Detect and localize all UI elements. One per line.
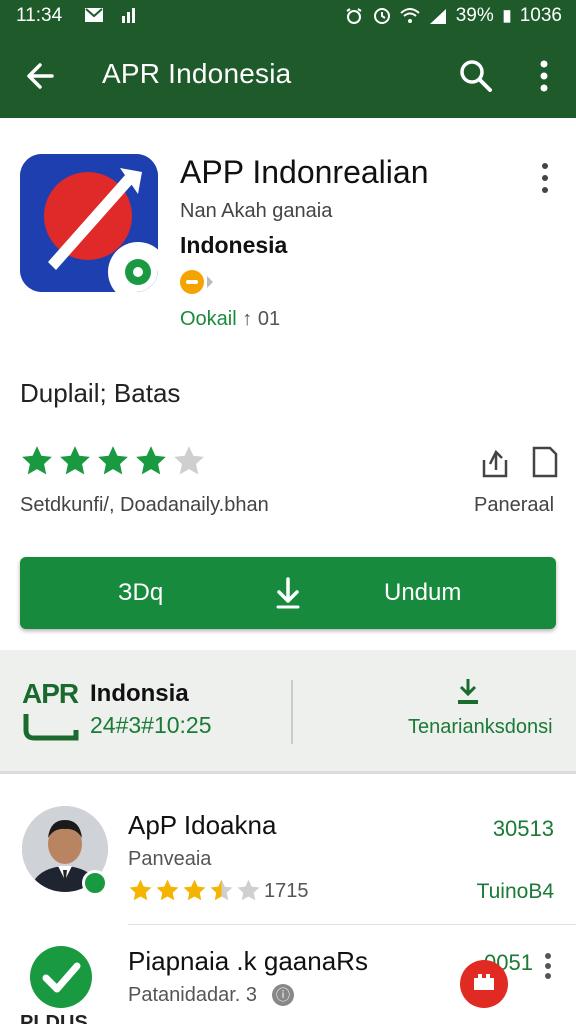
star-icon-small [237, 879, 260, 901]
install-button-left-label: ЗDq [118, 579, 164, 606]
download-small-icon[interactable] [452, 676, 484, 708]
clock-icon [373, 8, 390, 24]
status-bar: 11:34 39% 1036 [0, 0, 576, 34]
promo-divider [291, 680, 293, 744]
content-rating-badge-icon [180, 270, 204, 294]
list-item-count: 1715 [264, 880, 309, 902]
cell-signal-icon [429, 9, 446, 24]
info-icon[interactable]: ⓘ [272, 984, 294, 1006]
phone-icon [23, 714, 79, 741]
list-item-subtitle: Panveaia [128, 848, 212, 870]
list-item-subtitle-2: Patanidadar. 3 [128, 984, 257, 1006]
badge-arrow-icon [207, 276, 213, 288]
app-logo-icon [20, 154, 158, 292]
signal-bars-icon [122, 8, 135, 23]
star-icon [22, 446, 52, 475]
promo-brand: APR [22, 678, 79, 709]
app-bar-title: APR Indonesia [102, 58, 292, 89]
more-vert-icon-2[interactable] [540, 950, 556, 982]
battery-text: 39% [455, 5, 494, 26]
app-bar: APR Indonesia [0, 34, 576, 118]
install-button[interactable]: ЗDq Undum [20, 557, 556, 629]
list-item-left-label: PLDUS [20, 1012, 88, 1024]
star-icon [174, 446, 204, 475]
star-icon-small [156, 879, 179, 901]
more-vert-icon[interactable] [528, 56, 560, 96]
bookmark-icon[interactable] [528, 444, 562, 480]
star-icon [60, 446, 90, 475]
rating-stars [20, 444, 206, 478]
app-overflow-icon[interactable] [534, 160, 556, 196]
app-name: APP Indonrealian [180, 154, 429, 190]
list-item-right-bottom[interactable]: TuinoB4 [477, 880, 554, 904]
back-arrow-icon[interactable] [22, 56, 62, 96]
checkmark-icon [42, 962, 81, 993]
star-icon [98, 446, 128, 475]
mail-icon [85, 8, 103, 22]
installs-info: Ookail ↑ 01 [180, 308, 280, 331]
alarm-icon [346, 8, 362, 24]
developer-name[interactable]: Nan Akah ganaia [180, 200, 332, 223]
install-button-right-label: Undum [384, 579, 462, 606]
star-icon-small [210, 879, 233, 901]
promo-right-label[interactable]: Tenarianksdonsi [408, 716, 553, 739]
rating-caption: Setdkunfi/, Doadanaily.bhan [20, 494, 269, 516]
status-time: 11:34 [16, 5, 63, 26]
promo-code: 24#3#10:25 [90, 712, 212, 738]
list-item-stars [128, 878, 261, 903]
hand-icon [474, 974, 494, 990]
notification-badge-icon[interactable] [460, 960, 508, 1008]
list-divider [128, 924, 576, 925]
battery-icon [503, 10, 511, 23]
download-icon [276, 577, 300, 609]
promo-band[interactable]: APR Indonsia 24#3#10:25 Tenarianksdonsi [0, 650, 576, 774]
verified-badge-icon [82, 870, 108, 896]
panel-label[interactable]: Paneraal [474, 494, 554, 517]
installs-label: Ookail [180, 308, 237, 330]
star-icon [136, 446, 166, 475]
wifi-icon [400, 8, 420, 23]
section-title: Duplail; Batas [20, 378, 181, 408]
installs-value: ↑ 01 [242, 308, 281, 330]
list-item-right-top: 30513 [492, 816, 554, 841]
search-icon[interactable] [456, 56, 496, 96]
star-icon-small [129, 879, 152, 901]
star-icon-small [183, 879, 206, 901]
app-icon[interactable] [20, 154, 158, 292]
status-extra: 1036 [519, 5, 562, 26]
list-item-title[interactable]: ApP Idoakna [128, 810, 276, 841]
promo-title: Indonsia [90, 680, 189, 707]
share-icon[interactable] [478, 444, 512, 480]
check-icon[interactable] [30, 946, 92, 1008]
app-category[interactable]: Indonesia [180, 232, 287, 259]
list-item-title-2[interactable]: Piapnaia .k gaanaRs [128, 946, 368, 977]
